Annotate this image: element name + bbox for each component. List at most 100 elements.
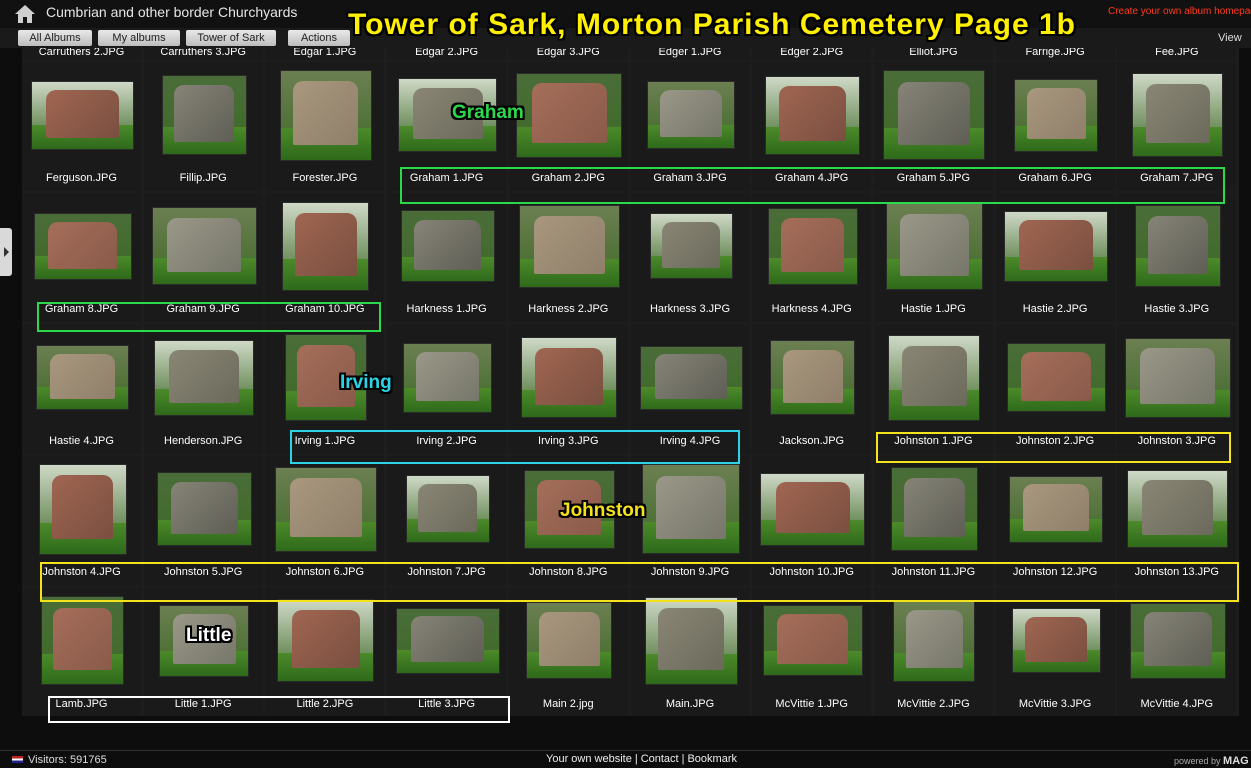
thumbnail-caption[interactable]: Henderson.JPG xyxy=(144,435,263,447)
thumbnail-cell[interactable]: Edger 1.JPG xyxy=(630,48,750,60)
thumbnail-caption[interactable]: Johnston 10.JPG xyxy=(752,566,871,578)
thumbnail-image[interactable] xyxy=(156,472,252,547)
thumbnail-cell[interactable]: Main.JPG xyxy=(630,587,750,716)
thumbnail-cell[interactable]: Carruthers 3.JPG xyxy=(143,48,263,60)
thumbnail-cell[interactable]: Hastie 4.JPG xyxy=(22,324,141,454)
thumbnail-cell[interactable]: Johnston 5.JPG xyxy=(143,456,263,586)
thumbnail-caption[interactable]: Irving 2.JPG xyxy=(387,435,506,447)
thumbnail-caption[interactable]: Forester.JPG xyxy=(265,172,384,184)
thumbnail-cell[interactable]: Edgar 2.JPG xyxy=(387,48,507,60)
thumbnail-caption[interactable]: Johnston 9.JPG xyxy=(631,566,750,578)
thumbnail-caption[interactable]: Johnston 13.JPG xyxy=(1117,566,1236,578)
thumbnail-cell[interactable]: Edger 2.JPG xyxy=(752,48,872,60)
thumbnail-image[interactable] xyxy=(1009,475,1104,543)
thumbnail-caption[interactable]: Hastie 2.JPG xyxy=(996,303,1115,315)
thumbnail-image[interactable] xyxy=(765,75,861,155)
thumbnail-caption[interactable]: Johnston 12.JPG xyxy=(996,566,1115,578)
thumbnail-image[interactable] xyxy=(885,202,983,291)
thumbnail-caption[interactable]: Johnston 5.JPG xyxy=(144,566,263,578)
thumbnail-cell[interactable]: Graham 8.JPG xyxy=(22,193,141,323)
thumbnail-cell[interactable]: Main 2.jpg xyxy=(508,587,628,716)
thumbnail-cell[interactable]: Graham 4.JPG xyxy=(752,62,872,191)
thumbnail-cell[interactable]: Irving 2.JPG xyxy=(387,324,507,454)
thumbnail-caption[interactable]: Harkness 1.JPG xyxy=(387,303,506,315)
thumbnail-caption[interactable]: Johnston 11.JPG xyxy=(874,566,993,578)
thumbnail-cell[interactable]: Graham 7.JPG xyxy=(1117,62,1237,191)
breadcrumb-tower-of-sark[interactable]: Tower of Sark xyxy=(186,30,276,46)
thumbnail-cell[interactable]: Little 2.JPG xyxy=(265,587,385,716)
thumbnail-caption[interactable]: Graham 1.JPG xyxy=(387,172,506,184)
thumbnail-cell[interactable]: Johnston 10.JPG xyxy=(752,456,872,586)
album-title[interactable]: Cumbrian and other border Churchyards xyxy=(46,4,297,20)
thumbnail-caption[interactable]: McVittie 4.JPG xyxy=(1117,698,1236,710)
uk-flag-icon[interactable] xyxy=(12,756,23,763)
thumbnail-caption[interactable]: McVittie 3.JPG xyxy=(996,698,1115,710)
thumbnail-caption[interactable]: Johnston 4.JPG xyxy=(22,566,141,578)
thumbnail-caption[interactable]: Edgar 2.JPG xyxy=(387,48,506,58)
thumbnail-caption[interactable]: McVittie 2.JPG xyxy=(874,698,993,710)
thumbnail-caption[interactable]: Elliot.JPG xyxy=(874,48,993,58)
thumbnail-image[interactable] xyxy=(403,342,493,413)
bookmark-link[interactable]: Bookmark xyxy=(687,753,737,765)
thumbnail-caption[interactable]: Carruthers 2.JPG xyxy=(22,48,141,58)
breadcrumb-my-albums[interactable]: My albums xyxy=(98,30,180,46)
thumbnail-caption[interactable]: Harkness 4.JPG xyxy=(752,303,871,315)
thumbnail-caption[interactable]: Johnston 3.JPG xyxy=(1117,435,1236,447)
thumbnail-image[interactable] xyxy=(1004,210,1109,282)
thumbnail-cell[interactable]: Ferguson.JPG xyxy=(22,62,141,191)
thumbnail-image[interactable] xyxy=(760,472,866,546)
thumbnail-caption[interactable]: Jackson.JPG xyxy=(752,435,871,447)
thumbnail-cell[interactable]: Harkness 1.JPG xyxy=(387,193,507,323)
thumbnail-image[interactable] xyxy=(770,340,856,416)
thumbnail-image[interactable] xyxy=(1006,343,1106,413)
thumbnail-caption[interactable]: Ferguson.JPG xyxy=(22,172,141,184)
thumbnail-caption[interactable]: Fee.JPG xyxy=(1117,48,1236,58)
thumbnail-caption[interactable]: Lamb.JPG xyxy=(22,698,141,710)
thumbnail-image[interactable] xyxy=(642,464,740,555)
thumbnail-caption[interactable]: Main 2.jpg xyxy=(509,698,628,710)
thumbnail-image[interactable] xyxy=(282,201,370,291)
thumbnail-cell[interactable]: Elliot.JPG xyxy=(873,48,993,60)
thumbnail-image[interactable] xyxy=(1134,205,1221,288)
thumbnail-image[interactable] xyxy=(893,599,976,682)
thumbnail-caption[interactable]: Johnston 8.JPG xyxy=(509,566,628,578)
thumbnail-cell[interactable]: Henderson.JPG xyxy=(143,324,263,454)
thumbnail-cell[interactable]: Johnston 12.JPG xyxy=(995,456,1115,586)
thumbnail-caption[interactable]: Johnston 2.JPG xyxy=(996,435,1115,447)
thumbnail-image[interactable] xyxy=(151,207,257,286)
thumbnail-image[interactable] xyxy=(516,72,623,158)
thumbnail-cell[interactable]: Johnston 11.JPG xyxy=(873,456,993,586)
thumbnail-cell[interactable]: Graham 6.JPG xyxy=(995,62,1115,191)
thumbnail-cell[interactable]: Hastie 2.JPG xyxy=(995,193,1115,323)
thumbnail-image[interactable] xyxy=(639,345,743,410)
thumbnail-cell[interactable]: Lamb.JPG xyxy=(22,587,141,716)
thumbnail-cell[interactable]: Graham 10.JPG xyxy=(265,193,385,323)
thumbnail-cell[interactable]: Harkness 4.JPG xyxy=(752,193,872,323)
thumbnail-cell[interactable]: Fillip.JPG xyxy=(143,62,263,191)
thumbnail-image[interactable] xyxy=(31,80,134,150)
thumbnail-image[interactable] xyxy=(1132,73,1224,157)
thumbnail-cell[interactable]: Farrige.JPG xyxy=(995,48,1115,60)
thumbnail-image[interactable] xyxy=(762,605,863,677)
thumbnail-cell[interactable]: Johnston 9.JPG xyxy=(630,456,750,586)
thumbnail-caption[interactable]: Graham 5.JPG xyxy=(874,172,993,184)
thumbnail-cell[interactable]: Fee.JPG xyxy=(1117,48,1237,60)
thumbnail-image[interactable] xyxy=(395,607,500,674)
thumbnail-image[interactable] xyxy=(1124,337,1231,418)
thumbnail-caption[interactable]: Graham 3.JPG xyxy=(631,172,750,184)
thumbnail-image[interactable] xyxy=(1127,470,1229,549)
home-icon[interactable] xyxy=(14,4,36,24)
create-album-homepage-link[interactable]: Create your own album homepag xyxy=(1108,6,1251,17)
thumbnail-cell[interactable]: McVittie 1.JPG xyxy=(752,587,872,716)
thumbnail-caption[interactable]: Little 3.JPG xyxy=(387,698,506,710)
thumbnail-cell[interactable]: Johnston 7.JPG xyxy=(387,456,507,586)
thumbnail-cell[interactable]: Hastie 1.JPG xyxy=(873,193,993,323)
thumbnail-cell[interactable]: Irving 4.JPG xyxy=(630,324,750,454)
thumbnail-image[interactable] xyxy=(1129,602,1226,679)
thumbnail-cell[interactable]: Carruthers 2.JPG xyxy=(22,48,141,60)
thumbnail-caption[interactable]: Harkness 3.JPG xyxy=(631,303,750,315)
thumbnail-caption[interactable]: Fillip.JPG xyxy=(144,172,263,184)
thumbnail-caption[interactable]: Graham 7.JPG xyxy=(1117,172,1236,184)
thumbnail-caption[interactable]: Graham 10.JPG xyxy=(265,303,384,315)
thumbnail-cell[interactable]: Harkness 3.JPG xyxy=(630,193,750,323)
